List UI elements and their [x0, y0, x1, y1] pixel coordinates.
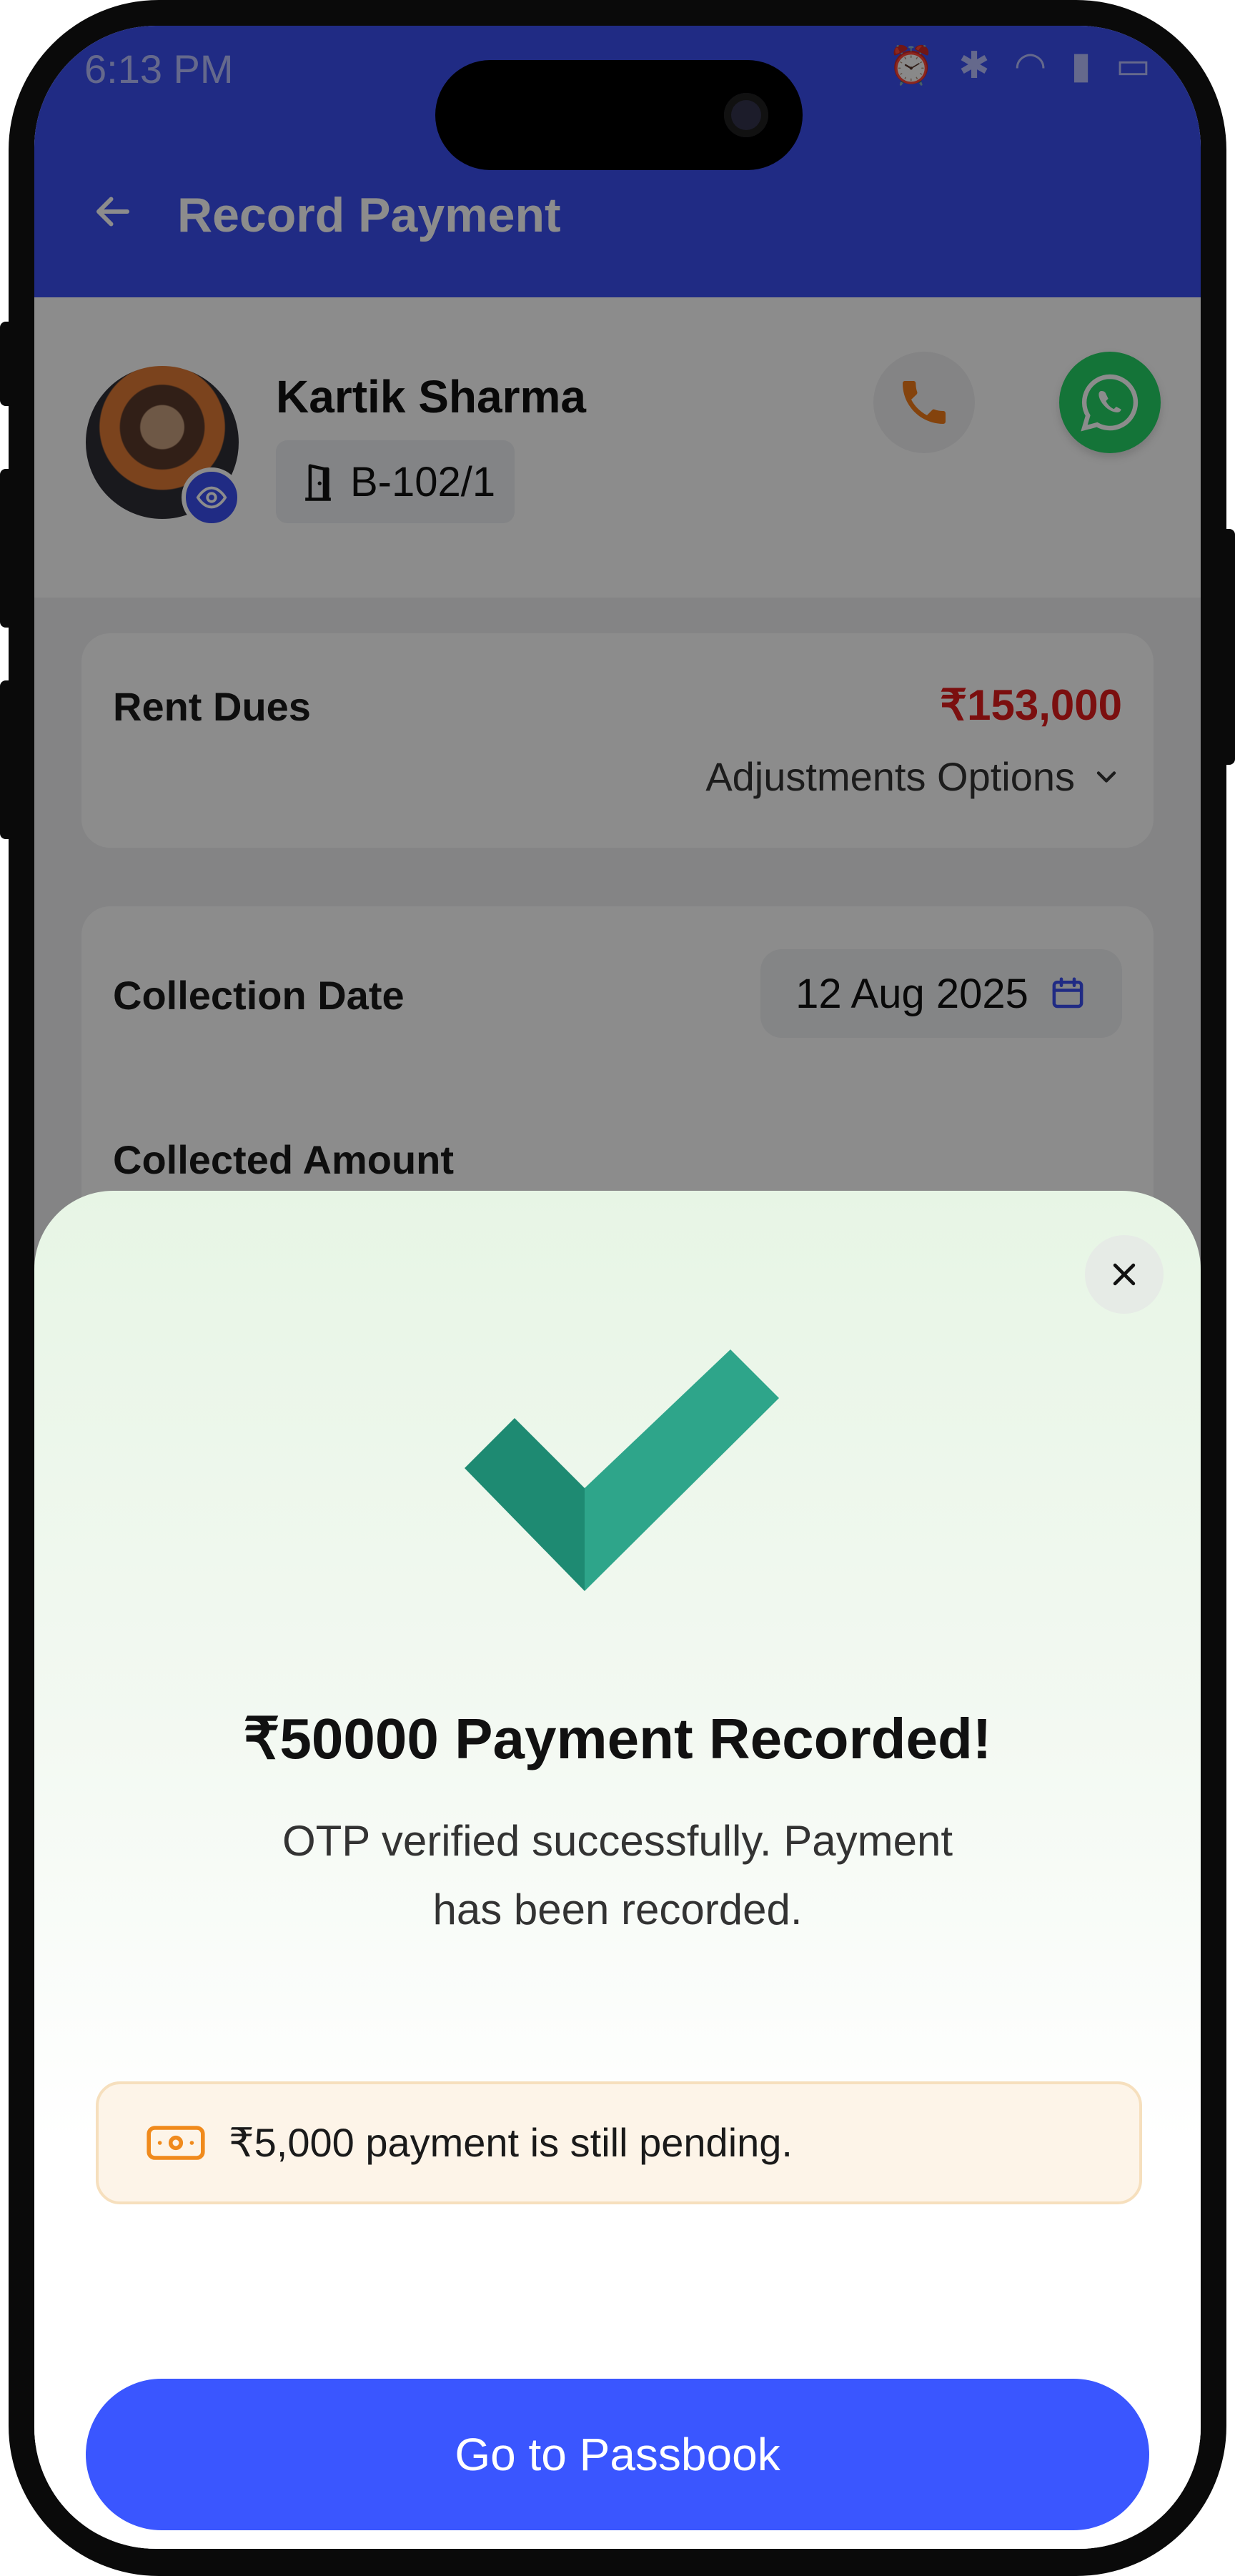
camera-icon — [724, 93, 768, 137]
pending-payment-banner: ₹5,000 payment is still pending. — [96, 2081, 1142, 2204]
close-button[interactable] — [1085, 1235, 1164, 1314]
success-title: ₹50000 Payment Recorded! — [243, 1707, 992, 1770]
dynamic-island — [435, 60, 803, 170]
pending-payment-text: ₹5,000 payment is still pending. — [229, 2120, 793, 2165]
payment-success-sheet: ₹50000 Payment Recorded! OTP verified su… — [34, 1191, 1201, 2549]
checkmark-icon — [465, 1349, 779, 1591]
screen: 6:13 PM ⏰ ✱ ◠ ▮ ▭ Record Payment Kartik … — [34, 26, 1201, 2549]
phone-frame: 6:13 PM ⏰ ✱ ◠ ▮ ▭ Record Payment Kartik … — [0, 0, 1235, 2576]
close-icon — [1113, 1263, 1136, 1286]
cash-icon — [147, 2126, 205, 2160]
go-to-passbook-label: Go to Passbook — [455, 2429, 780, 2480]
go-to-passbook-button[interactable]: Go to Passbook — [86, 2379, 1149, 2530]
success-subtitle: OTP verified successfully. Payment has b… — [282, 1817, 953, 1933]
